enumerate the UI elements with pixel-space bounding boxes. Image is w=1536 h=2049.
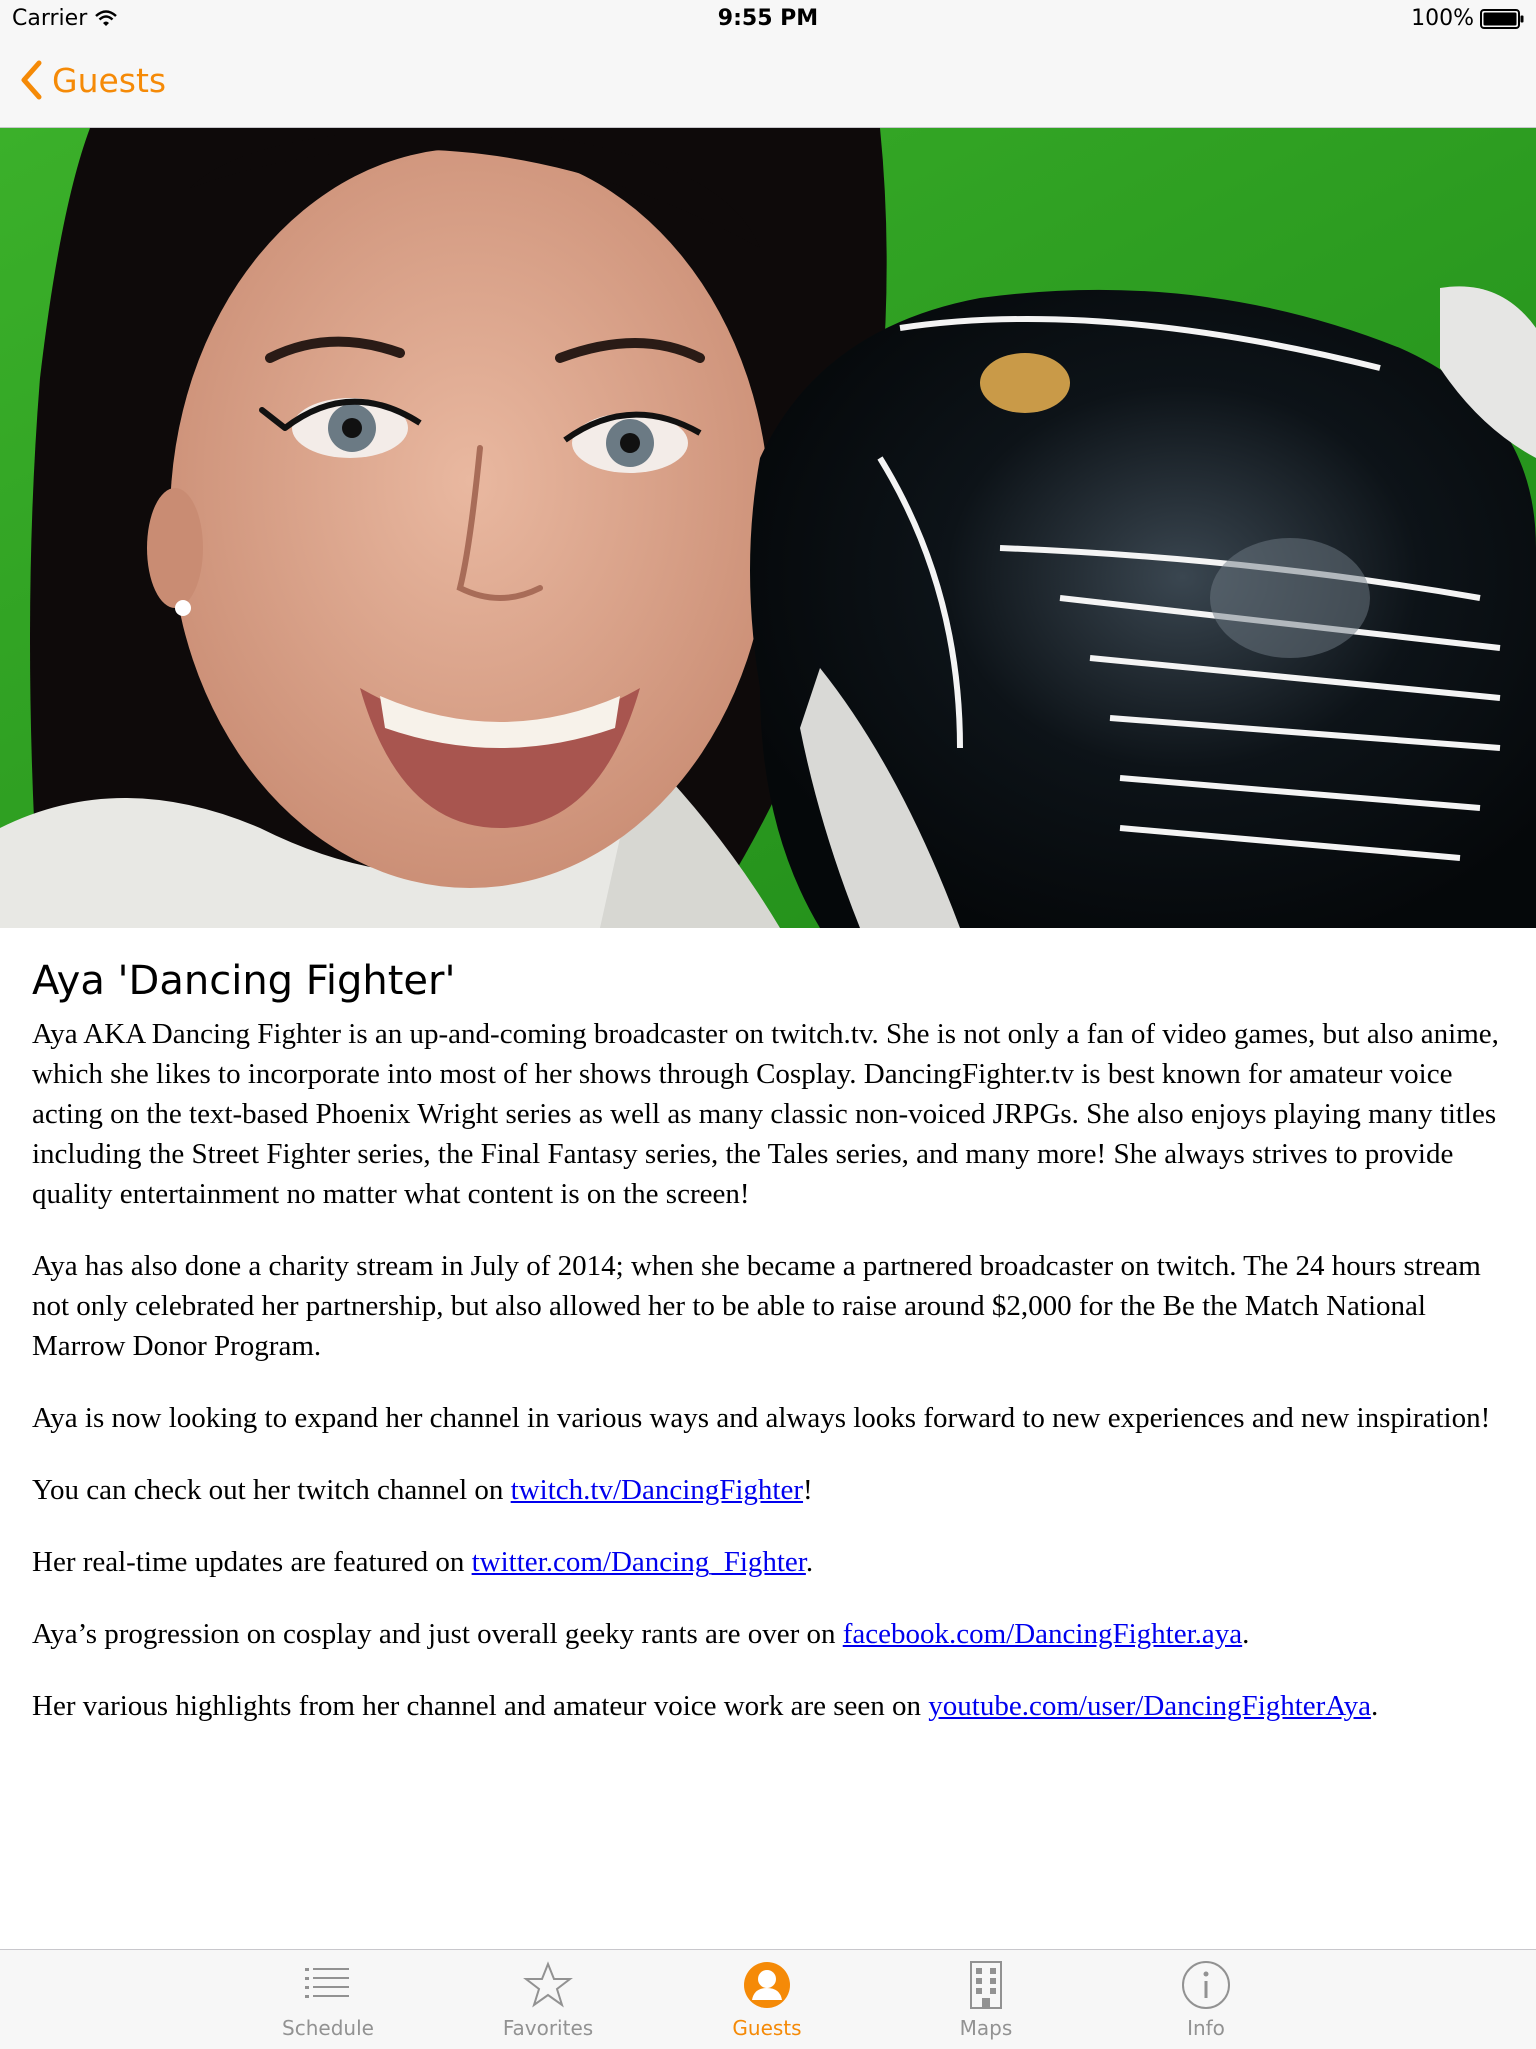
- twitch-link[interactable]: twitch.tv/DancingFighter: [511, 1474, 803, 1506]
- twitter-suffix: .: [805, 1546, 814, 1578]
- facebook-link[interactable]: facebook.com/DancingFighter.aya: [843, 1618, 1242, 1650]
- youtube-suffix: .: [1370, 1690, 1379, 1722]
- guest-bio: Aya AKA Dancing Fighter is an up-and-com…: [32, 1014, 1502, 1726]
- facebook-suffix: .: [1242, 1618, 1250, 1650]
- status-bar: Carrier 9:55 PM 100%: [0, 0, 1536, 40]
- battery-indicator: 100%: [1411, 6, 1524, 31]
- facebook-text: Aya’s progression on cosplay and just ov…: [32, 1618, 843, 1650]
- bio-paragraph-twitch: You can check out her twitch channel on …: [32, 1470, 1502, 1510]
- tab-favorites[interactable]: Favorites: [478, 1960, 618, 2040]
- twitter-link[interactable]: twitter.com/Dancing_Fighter: [472, 1546, 806, 1578]
- building-icon: [970, 1961, 1002, 2009]
- tab-info[interactable]: Info: [1136, 1960, 1276, 2040]
- battery-icon: [1480, 8, 1524, 29]
- bio-paragraph-2: Aya has also done a charity stream in Ju…: [32, 1250, 1481, 1362]
- bio-paragraph-twitter: Her real-time updates are featured on tw…: [32, 1542, 1502, 1582]
- bio-paragraph-1: Aya AKA Dancing Fighter is an up-and-com…: [32, 1018, 1499, 1210]
- tab-schedule[interactable]: Schedule: [258, 1960, 398, 2040]
- navigation-bar: Guests: [0, 40, 1536, 128]
- youtube-text: Her various highlights from her channel …: [32, 1690, 929, 1722]
- info-icon: [1182, 1961, 1230, 2009]
- twitch-text: You can check out her twitch channel on: [32, 1474, 511, 1506]
- bio-paragraph-youtube: Her various highlights from her channel …: [32, 1686, 1502, 1726]
- chevron-left-icon: [21, 60, 42, 100]
- tab-maps-label: Maps: [959, 2016, 1013, 2040]
- tab-maps[interactable]: Maps: [916, 1960, 1056, 2040]
- tab-favorites-label: Favorites: [502, 2016, 594, 2040]
- clock: 9:55 PM: [717, 6, 819, 31]
- guest-detail: Aya 'Dancing Fighter' Aya AKA Dancing Fi…: [32, 958, 1502, 1758]
- tab-info-label: Info: [1187, 2016, 1225, 2040]
- twitch-suffix: !: [803, 1474, 813, 1506]
- guest-photo: [0, 128, 1536, 928]
- battery-percent: 100%: [1411, 6, 1474, 31]
- star-icon: [523, 1961, 573, 2008]
- twitter-text: Her real-time updates are featured on: [32, 1546, 472, 1578]
- back-button[interactable]: Guests: [20, 60, 166, 100]
- tab-schedule-label: Schedule: [282, 2016, 374, 2040]
- youtube-link[interactable]: youtube.com/user/DancingFighterAya: [928, 1690, 1371, 1722]
- tab-guests-label: Guests: [732, 2016, 802, 2040]
- tab-bar: Schedule Favorites Guests Maps Info: [0, 1949, 1536, 2049]
- guest-photo-illustration: [0, 128, 1536, 928]
- guest-name: Aya 'Dancing Fighter': [32, 958, 456, 1004]
- bio-paragraph-facebook: Aya’s progression on cosplay and just ov…: [32, 1614, 1502, 1654]
- person-icon: [744, 1962, 790, 2008]
- list-icon: [305, 1968, 349, 1998]
- tab-guests[interactable]: Guests: [697, 1960, 837, 2040]
- back-button-label: Guests: [52, 60, 167, 100]
- bio-paragraph-3: Aya is now looking to expand her channel…: [32, 1402, 1491, 1434]
